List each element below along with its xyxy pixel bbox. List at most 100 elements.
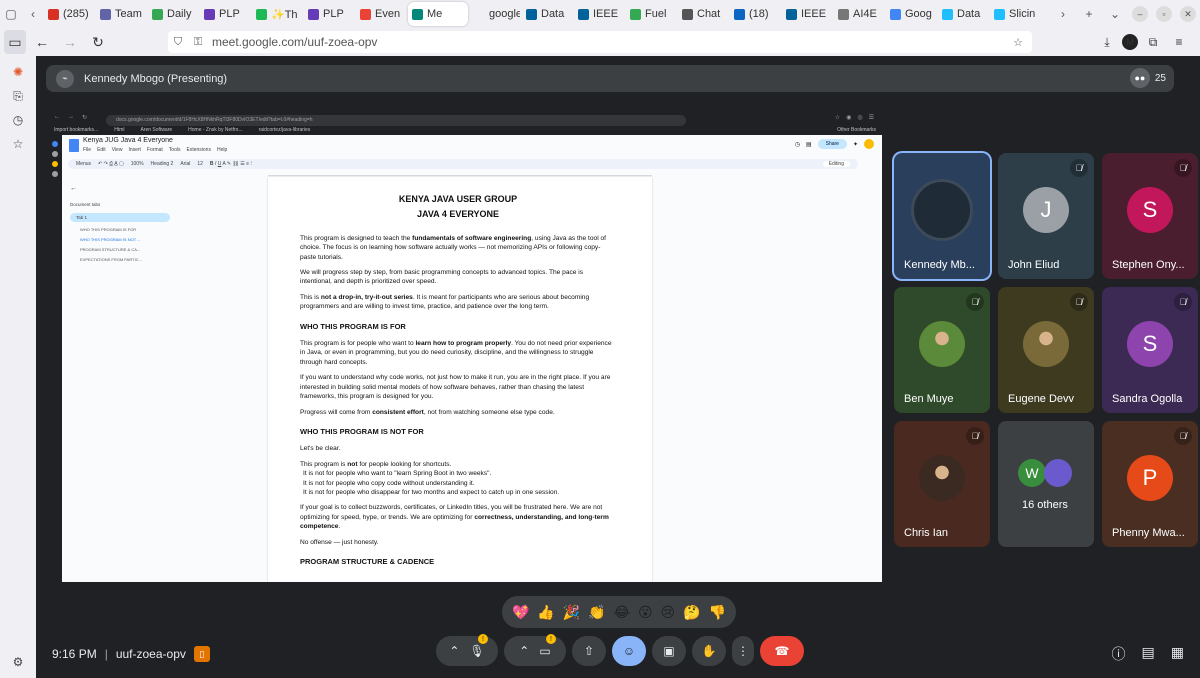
bookmark-star-icon[interactable]: ☆ bbox=[1008, 36, 1028, 49]
browser-tab[interactable]: PLP bbox=[304, 2, 354, 26]
restore-icon[interactable]: ▫ bbox=[1156, 6, 1172, 22]
close-window-icon[interactable]: ✕ bbox=[1180, 6, 1196, 22]
participant-tile[interactable]: Chris Ian 🎙̸ bbox=[894, 421, 990, 547]
sidebar-toggle-icon[interactable]: ▭ bbox=[4, 30, 26, 54]
browser-tab[interactable]: google.c bbox=[470, 2, 520, 26]
browser-tab[interactable]: AI4E bbox=[834, 2, 884, 26]
browser-tab[interactable]: IEEE bbox=[574, 2, 624, 26]
participant-tile[interactable]: S Sandra Ogolla 🎙̸ bbox=[1102, 287, 1198, 413]
extensions-icon[interactable]: ⧉ bbox=[1142, 31, 1164, 53]
activities-icon[interactable]: ▦ bbox=[1171, 644, 1184, 664]
doc-tab-1: Tab 1 bbox=[70, 213, 170, 222]
docs-side-panel bbox=[48, 135, 62, 582]
reaction-emoji[interactable]: 👏 bbox=[588, 604, 605, 621]
menu-icon[interactable]: ≡ bbox=[1168, 31, 1190, 53]
pocket-icon[interactable]: ⎘ bbox=[0, 84, 36, 108]
tab-label: Data bbox=[957, 8, 981, 20]
reaction-emoji[interactable]: 🤔 bbox=[683, 604, 700, 621]
chat-icon[interactable]: ▤ bbox=[1142, 644, 1155, 664]
mic-off-icon: 🎙̸ bbox=[966, 293, 984, 311]
scroll-tabs-right-icon[interactable]: › bbox=[1050, 7, 1076, 21]
raise-hand-button[interactable]: ✋ bbox=[692, 636, 726, 666]
more-options-button[interactable]: ⋮ bbox=[732, 636, 754, 666]
scroll-tabs-left-icon[interactable]: ‹ bbox=[22, 3, 44, 25]
browser-tab[interactable]: ✨Th bbox=[252, 2, 302, 26]
url-text[interactable]: meet.google.com/uuf-zoea-opv bbox=[212, 35, 377, 49]
forward-icon[interactable]: → bbox=[58, 30, 82, 54]
microphone-icon[interactable]: 🎙 bbox=[469, 644, 484, 658]
reaction-emoji[interactable]: 👎 bbox=[709, 604, 726, 621]
captions-button[interactable]: ▣ bbox=[652, 636, 686, 666]
new-tab-icon[interactable]: + bbox=[1076, 7, 1102, 21]
browser-tab[interactable]: Team bbox=[96, 2, 146, 26]
site-info-icon[interactable]: ⚿ bbox=[188, 36, 208, 49]
downloads-icon[interactable]: ⤓ bbox=[1096, 31, 1118, 53]
participant-tile[interactable]: J John Eliud 🎙̸ bbox=[998, 153, 1094, 279]
sparkle-icon[interactable]: ✺ bbox=[0, 60, 36, 84]
present-button[interactable]: ⇧ bbox=[572, 636, 606, 666]
docs-toolbar: Menus ↶ ↷ ⎙ A̲ ▢ 100% Heading 2 Arial 12… bbox=[68, 159, 858, 169]
participant-tile[interactable]: S Stephen Ony... 🎙̸ bbox=[1102, 153, 1198, 279]
browser-tab[interactable]: (18) bbox=[730, 2, 780, 26]
browser-tab[interactable]: PLP bbox=[200, 2, 250, 26]
profile-avatar-icon[interactable]: M bbox=[1122, 34, 1138, 50]
participant-tile[interactable]: W 16 others bbox=[998, 421, 1094, 547]
browser-tab[interactable]: Slicin bbox=[990, 2, 1040, 26]
fuel-icon bbox=[630, 8, 641, 20]
docs-menu-item: Extensions bbox=[186, 147, 211, 153]
reload-icon[interactable]: ↻ bbox=[86, 30, 110, 54]
meeting-tag-icon[interactable]: ▯ bbox=[193, 646, 210, 662]
camera-control[interactable]: ⌃ ▭ ! bbox=[504, 634, 566, 666]
mic-off-icon: 🎙̸ bbox=[1174, 427, 1192, 445]
reaction-emoji[interactable]: 👍 bbox=[537, 604, 554, 621]
reaction-emoji[interactable]: 🎉 bbox=[563, 604, 580, 621]
browser-tab[interactable]: Me bbox=[408, 2, 468, 26]
leave-call-button[interactable]: ☎ bbox=[760, 636, 804, 666]
info-icon[interactable]: ⓘ bbox=[1112, 644, 1126, 664]
participant-tile[interactable]: Kennedy Mb... bbox=[894, 153, 990, 279]
tab-list-icon[interactable]: ⌄ bbox=[1102, 7, 1128, 21]
back-icon[interactable]: ← bbox=[30, 30, 54, 54]
minimize-icon[interactable]: – bbox=[1132, 6, 1148, 22]
doc-paragraph: This program is not for people looking f… bbox=[300, 460, 452, 468]
participant-tile[interactable]: Eugene Devv 🎙̸ bbox=[998, 287, 1094, 413]
settings-icon[interactable]: ⚙ bbox=[0, 650, 36, 674]
browser-tab[interactable]: Data bbox=[522, 2, 572, 26]
shield-icon[interactable]: ⛉ bbox=[168, 36, 188, 49]
participant-photo bbox=[919, 320, 965, 367]
doc-title: Kenya JUG Java 4 Everyone bbox=[83, 137, 173, 144]
mic-control[interactable]: ⌃ 🎙 ! bbox=[436, 634, 498, 666]
browser-tab[interactable]: Data bbox=[938, 2, 988, 26]
shared-browser-chrome: ← → ↻ docs.google.com/document/d/1F8HcX8HN… bbox=[48, 111, 882, 135]
reactions-button[interactable]: ☺ bbox=[612, 636, 646, 666]
toolbar-size: 12 bbox=[197, 161, 203, 167]
reaction-emoji[interactable]: 💖 bbox=[512, 604, 529, 621]
bookmarks-icon[interactable]: ☆ bbox=[0, 132, 36, 156]
participant-count[interactable]: ●● 25 bbox=[1129, 68, 1166, 88]
browser-tab[interactable]: Even bbox=[356, 2, 406, 26]
history-icon[interactable]: ◷ bbox=[0, 108, 36, 132]
camera-icon[interactable]: ▭ bbox=[539, 644, 550, 658]
reaction-emoji[interactable]: 😂 bbox=[614, 604, 630, 621]
browser-tab[interactable]: Fuel bbox=[626, 2, 676, 26]
participant-tile[interactable]: P Phenny Mwa... 🎙̸ bbox=[1102, 421, 1198, 547]
participant-tile[interactable]: Ben Muye 🎙̸ bbox=[894, 287, 990, 413]
hand-icon: ✋ bbox=[701, 644, 717, 658]
participant-avatar: S bbox=[1127, 320, 1173, 367]
browser-tab[interactable]: (285) bbox=[44, 2, 94, 26]
reaction-emoji[interactable]: 😢 bbox=[661, 604, 676, 621]
reaction-emoji[interactable]: 😮 bbox=[638, 604, 653, 621]
chevron-up-icon[interactable]: ⌃ bbox=[449, 644, 459, 658]
browser-tab[interactable]: Chat bbox=[678, 2, 728, 26]
browser-tab[interactable]: IEEE bbox=[782, 2, 832, 26]
chevron-up-icon[interactable]: ⌃ bbox=[519, 644, 529, 658]
browser-tab[interactable]: Daily bbox=[148, 2, 198, 26]
comment-icon: ▤ bbox=[805, 141, 812, 148]
doc-list-line: It is not for people who disappear for t… bbox=[303, 488, 560, 496]
tab-overview-icon[interactable]: ▢ bbox=[0, 3, 22, 25]
mic-off-icon: 🎙̸ bbox=[1070, 159, 1088, 177]
browser-tab[interactable]: Goog bbox=[886, 2, 936, 26]
docs-menu-item: Format bbox=[146, 147, 163, 153]
address-bar[interactable]: ⛉ ⚿ meet.google.com/uuf-zoea-opv ☆ bbox=[168, 31, 1032, 53]
editing-mode: Editing bbox=[822, 161, 850, 167]
